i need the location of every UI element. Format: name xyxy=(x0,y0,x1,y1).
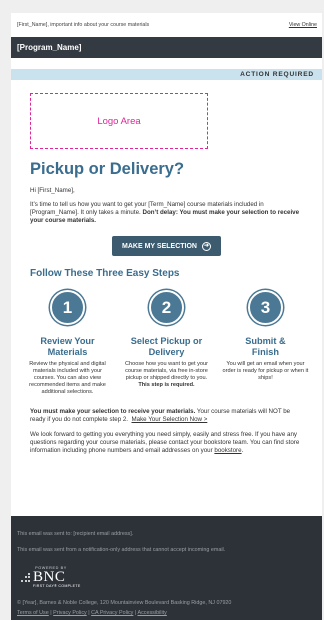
step-description: You will get an email when your order is… xyxy=(222,361,309,382)
step-number-badge: 2 xyxy=(148,290,184,325)
action-required-label: ACTION REQUIRED xyxy=(240,71,314,78)
make-selection-now-link[interactable]: Make Your Selection Now > xyxy=(131,416,207,423)
action-required-banner: ACTION REQUIRED xyxy=(11,69,322,80)
footer: This email was sent to: [recipient email… xyxy=(11,516,322,620)
step-number-badge: 3 xyxy=(247,290,283,325)
privacy-policy-link[interactable]: Privacy Policy xyxy=(53,610,87,616)
greeting: Hi [First_Name], xyxy=(30,187,75,194)
ca-privacy-policy-link[interactable]: CA Privacy Policy xyxy=(91,610,133,616)
footer-sent-to: This email was sent to: [recipient email… xyxy=(17,531,134,537)
make-selection-button[interactable]: MAKE MY SELECTION ➜ xyxy=(112,236,221,256)
program-header: [Program_Name] xyxy=(11,37,322,58)
step-title: Review Your Materials xyxy=(40,336,95,357)
step-title: Select Pickup or Delivery xyxy=(130,336,203,357)
selection-warning: You must make your selection to receive … xyxy=(30,408,304,424)
step-1: 1 Review Your Materials Review the physi… xyxy=(18,290,117,396)
closing-text: We look forward to getting you everythin… xyxy=(30,431,300,455)
preheader-text: [First_Name], important info about your … xyxy=(17,22,150,28)
view-online-link[interactable]: View Online xyxy=(289,22,317,28)
footer-notification: This email was sent from a notification-… xyxy=(17,547,226,553)
make-selection-label: MAKE MY SELECTION xyxy=(122,242,197,250)
warning-bold-text: You must make your selection to receive … xyxy=(30,408,196,416)
step-description-text: Review the physical and digital material… xyxy=(29,361,106,396)
footer-address: © [Year], Barnes & Noble College, 120 Mo… xyxy=(17,600,232,606)
bnc-brand-text: BNC xyxy=(33,569,66,585)
steps-heading: Follow These Three Easy Steps xyxy=(30,268,180,279)
email-body: [First_Name], important info about your … xyxy=(11,13,322,620)
page-title: Pickup or Delivery? xyxy=(30,160,185,178)
terms-of-use-link[interactable]: Terms of Use xyxy=(17,610,49,616)
accessibility-link[interactable]: Accessibility xyxy=(138,610,167,616)
step-2: 2 Select Pickup or Delivery Choose how y… xyxy=(117,290,216,396)
step-number-badge: 1 xyxy=(49,290,85,325)
program-name: [Program_Name] xyxy=(17,43,82,52)
step-description-text: Choose how you want to get your course m… xyxy=(124,361,208,382)
bnc-dots-icon xyxy=(21,572,30,582)
step-required-note: This step is required. xyxy=(138,382,195,389)
step-3: 3 Submit & Finish You will get an email … xyxy=(216,290,315,396)
preheader: [First_Name], important info about your … xyxy=(11,13,322,37)
bnc-logo: POWERED BY BNC FIRST DAY® COMPLETE xyxy=(21,566,81,588)
steps-row: 1 Review Your Materials Review the physi… xyxy=(18,290,315,396)
step-description: Choose how you want to get your course m… xyxy=(123,361,210,389)
logo-placeholder: Logo Area xyxy=(30,93,208,149)
arrow-right-circle-icon: ➜ xyxy=(201,241,211,251)
closing-paragraph: We look forward to getting you everythin… xyxy=(30,431,300,455)
intro-paragraph: It’s time to tell us how you want to get… xyxy=(30,201,304,225)
step-description: Review the physical and digital material… xyxy=(24,361,111,396)
footer-links: Terms of Use | Privacy Policy | CA Priva… xyxy=(17,610,167,616)
bookstore-link[interactable]: bookstore xyxy=(214,447,241,454)
logo-placeholder-label: Logo Area xyxy=(97,115,141,127)
step-title: Submit & Finish xyxy=(245,336,286,357)
bnc-tagline: FIRST DAY® COMPLETE xyxy=(33,584,81,588)
step-description-text: You will get an email when your order is… xyxy=(222,361,309,382)
